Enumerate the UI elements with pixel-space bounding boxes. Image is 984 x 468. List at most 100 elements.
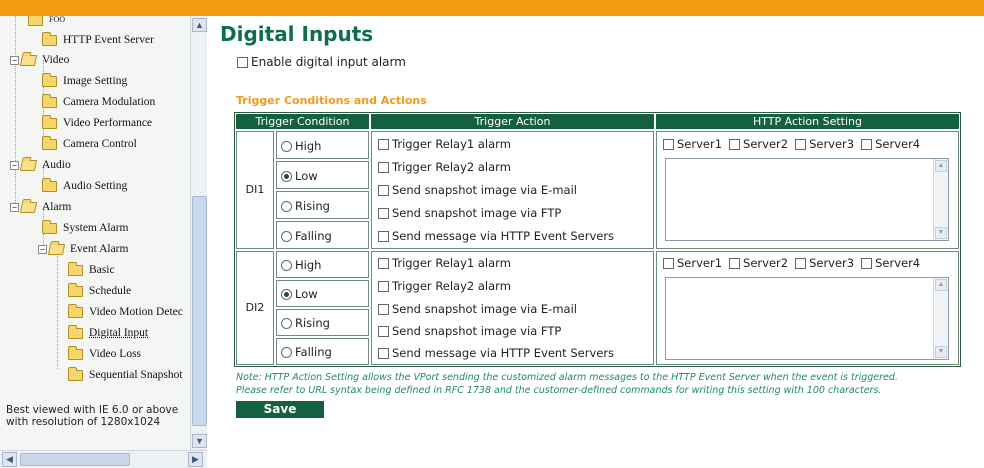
scroll-up-icon[interactable]: ▲ bbox=[935, 160, 947, 172]
scroll-down-icon[interactable]: ▼ bbox=[935, 346, 947, 358]
tree-item-sequential-snapshot[interactable]: Sequential Snapshot bbox=[68, 365, 183, 385]
action-http[interactable]: Send message via HTTP Event Servers bbox=[378, 229, 614, 243]
action-relay1[interactable]: Trigger Relay1 alarm bbox=[378, 137, 511, 151]
checkbox-box[interactable] bbox=[663, 257, 674, 269]
radio-falling[interactable]: Falling bbox=[281, 229, 332, 243]
radio-button[interactable] bbox=[281, 200, 292, 212]
checkbox-box[interactable] bbox=[378, 138, 389, 150]
scroll-thumb[interactable] bbox=[20, 453, 130, 466]
collapse-icon[interactable]: − bbox=[10, 55, 19, 65]
horizontal-scrollbar[interactable]: ◀ ▶ bbox=[0, 450, 207, 468]
server3-checkbox[interactable]: Server3 bbox=[795, 137, 854, 151]
condition-cell: Low bbox=[276, 161, 369, 189]
server2-checkbox[interactable]: Server2 bbox=[729, 137, 788, 151]
tree-item-http-event-server[interactable]: HTTP Event Server bbox=[42, 30, 154, 50]
save-button[interactable]: Save bbox=[236, 401, 324, 418]
checkbox-box[interactable] bbox=[729, 257, 741, 269]
tree-item-image-setting[interactable]: Image Setting bbox=[42, 71, 127, 91]
radio-high[interactable]: High bbox=[281, 139, 321, 153]
checkbox-box[interactable] bbox=[663, 138, 674, 150]
server2-checkbox[interactable]: Server2 bbox=[729, 256, 788, 270]
checkbox-box[interactable] bbox=[378, 207, 389, 219]
tree-item-alarm[interactable]: − Alarm bbox=[10, 197, 71, 217]
enable-alarm-checkbox[interactable]: Enable digital input alarm bbox=[237, 55, 406, 69]
radio-high[interactable]: High bbox=[281, 258, 321, 272]
radio-button-selected[interactable] bbox=[281, 288, 292, 300]
action-label: Send snapshot image via E-mail bbox=[392, 302, 577, 316]
action-relay2[interactable]: Trigger Relay2 alarm bbox=[378, 279, 511, 293]
collapse-icon[interactable]: − bbox=[10, 202, 19, 212]
action-ftp[interactable]: Send snapshot image via FTP bbox=[378, 324, 561, 338]
scroll-up-icon[interactable]: ▲ bbox=[192, 18, 207, 32]
checkbox-box[interactable] bbox=[378, 184, 389, 196]
tree-guide bbox=[15, 16, 16, 211]
collapse-icon[interactable]: − bbox=[10, 160, 19, 170]
radio-button[interactable] bbox=[281, 259, 292, 271]
server4-checkbox[interactable]: Server4 bbox=[861, 256, 920, 270]
radio-button[interactable] bbox=[281, 317, 292, 329]
radio-label: Rising bbox=[295, 199, 330, 213]
tree-item-camera-modulation[interactable]: Camera Modulation bbox=[42, 92, 155, 112]
tree-item-audio-setting[interactable]: Audio Setting bbox=[42, 176, 127, 196]
server3-checkbox[interactable]: Server3 bbox=[795, 256, 854, 270]
radio-low[interactable]: Low bbox=[281, 169, 318, 183]
radio-button-selected[interactable] bbox=[281, 170, 292, 182]
radio-button[interactable] bbox=[281, 230, 292, 242]
checkbox-box[interactable] bbox=[378, 161, 389, 173]
action-email[interactable]: Send snapshot image via E-mail bbox=[378, 302, 577, 316]
checkbox-box[interactable] bbox=[378, 303, 389, 315]
checkbox-box[interactable] bbox=[861, 138, 873, 150]
tree-item-partial[interactable]: FOO bbox=[28, 16, 65, 30]
radio-falling[interactable]: Falling bbox=[281, 345, 332, 359]
server1-checkbox[interactable]: Server1 bbox=[663, 137, 722, 151]
tree-item-system-alarm[interactable]: System Alarm bbox=[42, 218, 129, 238]
scroll-thumb[interactable] bbox=[192, 196, 207, 426]
scroll-down-icon[interactable]: ▼ bbox=[192, 434, 207, 448]
action-http[interactable]: Send message via HTTP Event Servers bbox=[378, 346, 614, 360]
tree-item-schedule[interactable]: Schedule bbox=[68, 281, 131, 301]
tree-item-video-performance[interactable]: Video Performance bbox=[42, 113, 152, 133]
action-email[interactable]: Send snapshot image via E-mail bbox=[378, 183, 577, 197]
action-ftp[interactable]: Send snapshot image via FTP bbox=[378, 206, 561, 220]
tree-item-event-alarm[interactable]: − Event Alarm bbox=[38, 239, 128, 259]
checkbox-box[interactable] bbox=[729, 138, 741, 150]
folder-icon bbox=[28, 16, 43, 26]
server4-checkbox[interactable]: Server4 bbox=[861, 137, 920, 151]
tree-item-label: Event Alarm bbox=[70, 243, 129, 255]
checkbox-box[interactable] bbox=[378, 325, 389, 337]
action-relay1[interactable]: Trigger Relay1 alarm bbox=[378, 256, 511, 270]
textarea-scrollbar[interactable]: ▲ ▼ bbox=[933, 159, 948, 240]
vertical-scrollbar[interactable]: ▲ ▼ bbox=[190, 16, 207, 450]
tree-item-basic[interactable]: Basic bbox=[68, 260, 115, 280]
tree-item-camera-control[interactable]: Camera Control bbox=[42, 134, 137, 154]
tree-item-video-motion-detection[interactable]: Video Motion Detec bbox=[68, 302, 183, 322]
textarea-scrollbar[interactable]: ▲ ▼ bbox=[933, 278, 948, 359]
checkbox-box[interactable] bbox=[795, 257, 807, 269]
scroll-right-icon[interactable]: ▶ bbox=[188, 452, 203, 467]
radio-rising[interactable]: Rising bbox=[281, 316, 330, 330]
action-relay2[interactable]: Trigger Relay2 alarm bbox=[378, 160, 511, 174]
di-label: DI2 bbox=[245, 301, 265, 314]
http-action-textarea[interactable]: ▲ ▼ bbox=[665, 158, 949, 241]
scroll-down-icon[interactable]: ▼ bbox=[935, 227, 947, 239]
server1-checkbox[interactable]: Server1 bbox=[663, 256, 722, 270]
checkbox-box[interactable] bbox=[378, 257, 389, 269]
tree-item-video[interactable]: − Video bbox=[10, 50, 69, 70]
checkbox-box[interactable] bbox=[237, 56, 248, 68]
checkbox-box[interactable] bbox=[861, 257, 873, 269]
radio-rising[interactable]: Rising bbox=[281, 199, 330, 213]
checkbox-box[interactable] bbox=[378, 347, 389, 359]
scroll-left-icon[interactable]: ◀ bbox=[2, 452, 17, 467]
checkbox-box[interactable] bbox=[795, 138, 807, 150]
collapse-icon[interactable]: − bbox=[38, 244, 47, 254]
scroll-up-icon[interactable]: ▲ bbox=[935, 279, 947, 291]
checkbox-box[interactable] bbox=[378, 280, 389, 292]
tree-item-audio[interactable]: − Audio bbox=[10, 155, 71, 175]
radio-button[interactable] bbox=[281, 140, 292, 152]
http-action-textarea[interactable]: ▲ ▼ bbox=[665, 277, 949, 360]
radio-button[interactable] bbox=[281, 346, 292, 358]
tree-item-video-loss[interactable]: Video Loss bbox=[68, 344, 141, 364]
radio-low[interactable]: Low bbox=[281, 287, 318, 301]
checkbox-box[interactable] bbox=[378, 230, 389, 242]
tree-item-digital-input[interactable]: Digital Input bbox=[68, 323, 148, 343]
